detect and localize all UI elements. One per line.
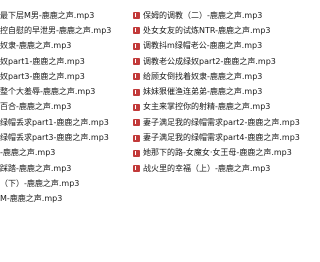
file-name: 战火里的幸福（上）-鹿鹿之声.mp3: [143, 163, 271, 173]
file-list-left-column: 最下层M男-鹿鹿之声.mp3 控自慰的早泄男-鹿鹿之声.mp3 奴隶-鹿鹿之声.…: [0, 8, 132, 207]
file-item[interactable]: 奴part3-鹿鹿之声.mp3: [0, 69, 132, 84]
file-name: 奴隶-鹿鹿之声.mp3: [0, 41, 72, 51]
file-name: 保姆的调教（二）-鹿鹿之声.mp3: [143, 10, 263, 20]
file-name: 妹妹狠催渔连弟弟-鹿鹿之声.mp3: [143, 87, 263, 97]
file-item[interactable]: 调教抖m绿帽老公-鹿鹿之声.mp3: [133, 39, 300, 54]
file-name: 奴part3-鹿鹿之声.mp3: [0, 71, 85, 81]
file-item[interactable]: 妹妹狠催渔连弟弟-鹿鹿之声.mp3: [133, 84, 300, 99]
file-list-right-column: 保姆的调教（二）-鹿鹿之声.mp3 处女女友的试炼NTR-鹿鹿之声.mp3 调教…: [133, 8, 300, 176]
mp3-file-icon: [133, 27, 140, 35]
file-item[interactable]: 绿帽丢求part1-鹿鹿之声.mp3: [0, 115, 132, 130]
file-item[interactable]: M-鹿鹿之声.mp3: [0, 192, 132, 207]
file-name: 整个大羞辱-鹿鹿之声.mp3: [0, 87, 96, 97]
file-name: 妻子满足我的绿帽需求part2-鹿鹿之声.mp3: [143, 117, 300, 127]
file-item[interactable]: 百合-鹿鹿之声.mp3: [0, 100, 132, 115]
mp3-file-icon: [133, 149, 140, 157]
file-item[interactable]: -鹿鹿之声.mp3: [0, 146, 132, 161]
file-name: 调教老公成绿奴part2-鹿鹿之声.mp3: [143, 56, 276, 66]
file-name: （下）-鹿鹿之声.mp3: [0, 178, 80, 188]
file-item[interactable]: 调教老公成绿奴part2-鹿鹿之声.mp3: [133, 54, 300, 69]
file-item[interactable]: 踩踏-鹿鹿之声.mp3: [0, 161, 132, 176]
file-name: 奴part1-鹿鹿之声.mp3: [0, 56, 85, 66]
file-name: 最下层M男-鹿鹿之声.mp3: [0, 10, 95, 20]
file-name: 处女女友的试炼NTR-鹿鹿之声.mp3: [143, 25, 271, 35]
file-item[interactable]: 战火里的幸福（上）-鹿鹿之声.mp3: [133, 161, 300, 176]
file-name: 她那下的路-女魔女·女王母-鹿鹿之声.mp3: [143, 148, 292, 158]
file-name: 女主来掌控你的射精-鹿鹿之声.mp3: [143, 102, 271, 112]
mp3-file-icon: [133, 12, 140, 20]
file-item[interactable]: 保姆的调教（二）-鹿鹿之声.mp3: [133, 8, 300, 23]
file-name: 妻子满足我的绿帽需求part4-鹿鹿之声.mp3: [143, 133, 300, 143]
file-item[interactable]: 处女女友的试炼NTR-鹿鹿之声.mp3: [133, 23, 300, 38]
file-name: 百合-鹿鹿之声.mp3: [0, 102, 72, 112]
mp3-file-icon: [133, 134, 140, 142]
file-name: 绿帽丢求part1-鹿鹿之声.mp3: [0, 117, 109, 127]
file-item[interactable]: 整个大羞辱-鹿鹿之声.mp3: [0, 84, 132, 99]
file-name: M-鹿鹿之声.mp3: [0, 194, 63, 204]
file-item[interactable]: （下）-鹿鹿之声.mp3: [0, 176, 132, 191]
file-item[interactable]: 她那下的路-女魔女·女王母-鹿鹿之声.mp3: [133, 146, 300, 161]
file-name: 调教抖m绿帽老公-鹿鹿之声.mp3: [143, 41, 263, 51]
file-item[interactable]: 女主来掌控你的射精-鹿鹿之声.mp3: [133, 100, 300, 115]
mp3-file-icon: [133, 88, 140, 96]
file-item[interactable]: 奴part1-鹿鹿之声.mp3: [0, 54, 132, 69]
file-name: -鹿鹿之声.mp3: [0, 148, 56, 158]
file-name: 给顾女倒找着奴隶-鹿鹿之声.mp3: [143, 71, 263, 81]
file-item[interactable]: 妻子满足我的绿帽需求part4-鹿鹿之声.mp3: [133, 130, 300, 145]
mp3-file-icon: [133, 73, 140, 81]
file-item[interactable]: 控自慰的早泄男-鹿鹿之声.mp3: [0, 23, 132, 38]
file-name: 控自慰的早泄男-鹿鹿之声.mp3: [0, 25, 112, 35]
mp3-file-icon: [133, 103, 140, 111]
file-item[interactable]: 绿帽丢求part3-鹿鹿之声.mp3: [0, 130, 132, 145]
mp3-file-icon: [133, 42, 140, 50]
mp3-file-icon: [133, 119, 140, 127]
file-item[interactable]: 给顾女倒找着奴隶-鹿鹿之声.mp3: [133, 69, 300, 84]
mp3-file-icon: [133, 165, 140, 173]
file-name: 绿帽丢求part3-鹿鹿之声.mp3: [0, 133, 109, 143]
mp3-file-icon: [133, 58, 140, 66]
file-item[interactable]: 最下层M男-鹿鹿之声.mp3: [0, 8, 132, 23]
file-item[interactable]: 奴隶-鹿鹿之声.mp3: [0, 39, 132, 54]
file-item[interactable]: 妻子满足我的绿帽需求part2-鹿鹿之声.mp3: [133, 115, 300, 130]
file-name: 踩踏-鹿鹿之声.mp3: [0, 163, 72, 173]
